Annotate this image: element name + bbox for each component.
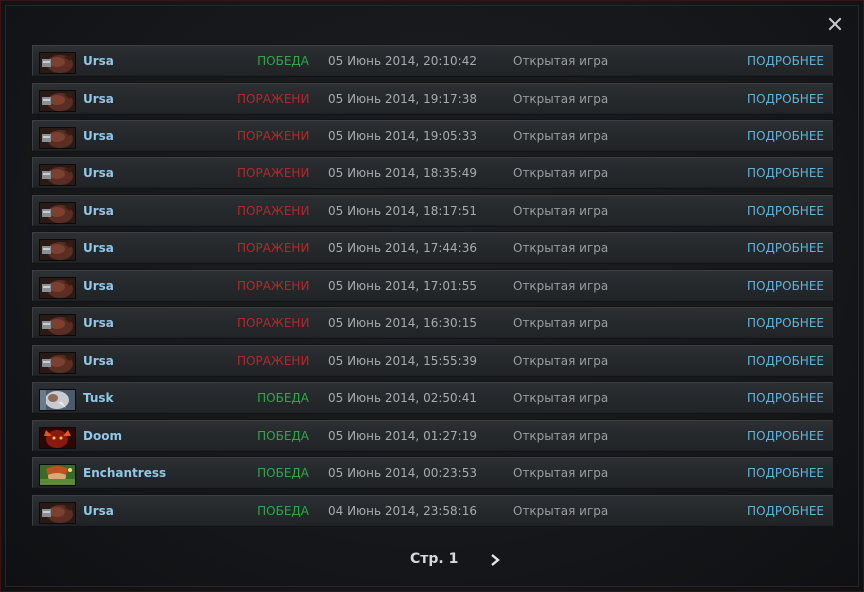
match-date: 05 Июнь 2014, 19:17:38 [328,92,477,106]
game-mode: Открытая игра [513,354,609,368]
details-link[interactable]: ПОДРОБНЕЕ [747,166,824,181]
match-row[interactable]: Ursa ПОРАЖЕНИ 05 Июнь 2014, 18:17:51 Открыт… [32,195,833,226]
match-result: ПОБЕДА [257,391,309,405]
game-mode: Открытая игра [513,241,609,255]
hero-portrait [39,164,76,186]
match-date: 05 Июнь 2014, 02:50:41 [328,391,477,405]
match-date: 05 Июнь 2014, 00:23:53 [328,466,477,480]
game-mode: Открытая игра [513,279,609,293]
match-date: 05 Июнь 2014, 17:01:55 [328,279,477,293]
hero-portrait [39,90,76,112]
details-link[interactable]: ПОДРОБНЕЕ [747,504,824,519]
hero-name: Enchantress [83,466,167,480]
hero-name: Ursa [83,504,114,518]
match-result: ПОРАЖЕНИ [237,241,309,255]
match-date: 05 Июнь 2014, 17:44:36 [328,241,477,255]
hero-portrait [39,277,76,299]
hero-name: Ursa [83,241,114,255]
match-result: ПОРАЖЕНИ [237,279,309,293]
hero-portrait [39,314,76,336]
match-result: ПОБЕДА [257,466,309,480]
match-row[interactable]: Ursa ПОРАЖЕНИ 05 Июнь 2014, 19:05:33 Открыт… [32,120,833,151]
hero-name: Ursa [83,166,114,180]
details-link[interactable]: ПОДРОБНЕЕ [747,204,824,219]
hero-portrait [39,502,76,524]
match-result: ПОБЕДА [257,429,309,443]
hero-portrait [39,352,76,374]
hero-name: Tusk [83,391,114,405]
hero-portrait [39,127,76,149]
match-row[interactable]: Enchantress ПОБЕДА 05 Июнь 2014, 00:23:53 О… [32,457,833,488]
match-date: 05 Июнь 2014, 16:30:15 [328,316,477,330]
match-date: 05 Июнь 2014, 20:10:42 [328,54,477,68]
hero-portrait [39,239,76,261]
match-date: 05 Июнь 2014, 18:35:49 [328,166,477,180]
match-result: ПОБЕДА [257,504,309,518]
game-mode: Открытая игра [513,92,609,106]
match-date: 05 Июнь 2014, 15:55:39 [328,354,477,368]
hero-portrait [39,389,76,411]
hero-portrait [39,202,76,224]
details-link[interactable]: ПОДРОБНЕЕ [747,54,824,69]
match-row[interactable]: Ursa ПОРАЖЕНИ 05 Июнь 2014, 16:30:15 Открыт… [32,307,833,338]
close-icon[interactable] [827,15,843,33]
match-date: 05 Июнь 2014, 19:05:33 [328,129,477,143]
hero-name: Ursa [83,354,114,368]
match-row[interactable]: Ursa ПОРАЖЕНИ 05 Июнь 2014, 19:17:38 Открыт… [32,83,833,114]
details-link[interactable]: ПОДРОБНЕЕ [747,354,824,369]
match-result: ПОРАЖЕНИ [237,354,309,368]
game-mode: Открытая игра [513,166,609,180]
match-row[interactable]: Ursa ПОРАЖЕНИ 05 Июнь 2014, 17:01:55 Открыт… [32,270,833,301]
match-date: 05 Июнь 2014, 01:27:19 [328,429,477,443]
match-result: ПОРАЖЕНИ [237,166,309,180]
game-mode: Открытая игра [513,429,609,443]
game-mode: Открытая игра [513,54,609,68]
match-result: ПОРАЖЕНИ [237,129,309,143]
hero-name: Ursa [83,279,114,293]
hero-name: Ursa [83,316,114,330]
game-mode: Открытая игра [513,204,609,218]
game-mode: Открытая игра [513,316,609,330]
details-link[interactable]: ПОДРОБНЕЕ [747,466,824,481]
match-date: 05 Июнь 2014, 18:17:51 [328,204,477,218]
hero-name: Doom [83,429,122,443]
match-row[interactable]: Ursa ПОРАЖЕНИ 05 Июнь 2014, 17:44:36 Открыт… [32,232,833,263]
match-result: ПОРАЖЕНИ [237,204,309,218]
hero-name: Ursa [83,129,114,143]
details-link[interactable]: ПОДРОБНЕЕ [747,429,824,444]
details-link[interactable]: ПОДРОБНЕЕ [747,316,824,331]
game-mode: Открытая игра [513,129,609,143]
game-mode: Открытая игра [513,391,609,405]
hero-portrait [39,427,76,449]
match-history-dialog: Ursa ПОБЕДА 05 Июнь 2014, 20:10:42 Открытая… [0,0,864,592]
game-mode: Открытая игра [513,466,609,480]
match-result: ПОБЕДА [257,54,309,68]
match-result: ПОРАЖЕНИ [237,92,309,106]
details-link[interactable]: ПОДРОБНЕЕ [747,279,824,294]
pagination: Стр. 1 [1,549,864,569]
hero-name: Ursa [83,204,114,218]
details-link[interactable]: ПОДРОБНЕЕ [747,391,824,406]
details-link[interactable]: ПОДРОБНЕЕ [747,129,824,144]
match-date: 04 Июнь 2014, 23:58:16 [328,504,477,518]
hero-portrait [39,464,76,486]
match-row[interactable]: Ursa ПОБЕДА 05 Июнь 2014, 20:10:42 Открытая… [32,45,833,76]
hero-portrait [39,52,76,74]
match-result: ПОРАЖЕНИ [237,316,309,330]
game-mode: Открытая игра [513,504,609,518]
match-row[interactable]: Tusk ПОБЕДА 05 Июнь 2014, 02:50:41 Открытая… [32,382,833,413]
match-row[interactable]: Ursa ПОРАЖЕНИ 05 Июнь 2014, 15:55:39 Открыт… [32,345,833,376]
match-row[interactable]: Ursa ПОРАЖЕНИ 05 Июнь 2014, 18:35:49 Открыт… [32,157,833,188]
match-row[interactable]: Ursa ПОБЕДА 04 Июнь 2014, 23:58:16 Открытая… [32,495,833,526]
hero-name: Ursa [83,92,114,106]
chevron-right-icon[interactable] [488,552,502,566]
page-label: Стр. 1 [410,551,459,567]
hero-name: Ursa [83,54,114,68]
match-row[interactable]: Doom ПОБЕДА 05 Июнь 2014, 01:27:19 Открытая… [32,420,833,451]
details-link[interactable]: ПОДРОБНЕЕ [747,92,824,107]
details-link[interactable]: ПОДРОБНЕЕ [747,241,824,256]
